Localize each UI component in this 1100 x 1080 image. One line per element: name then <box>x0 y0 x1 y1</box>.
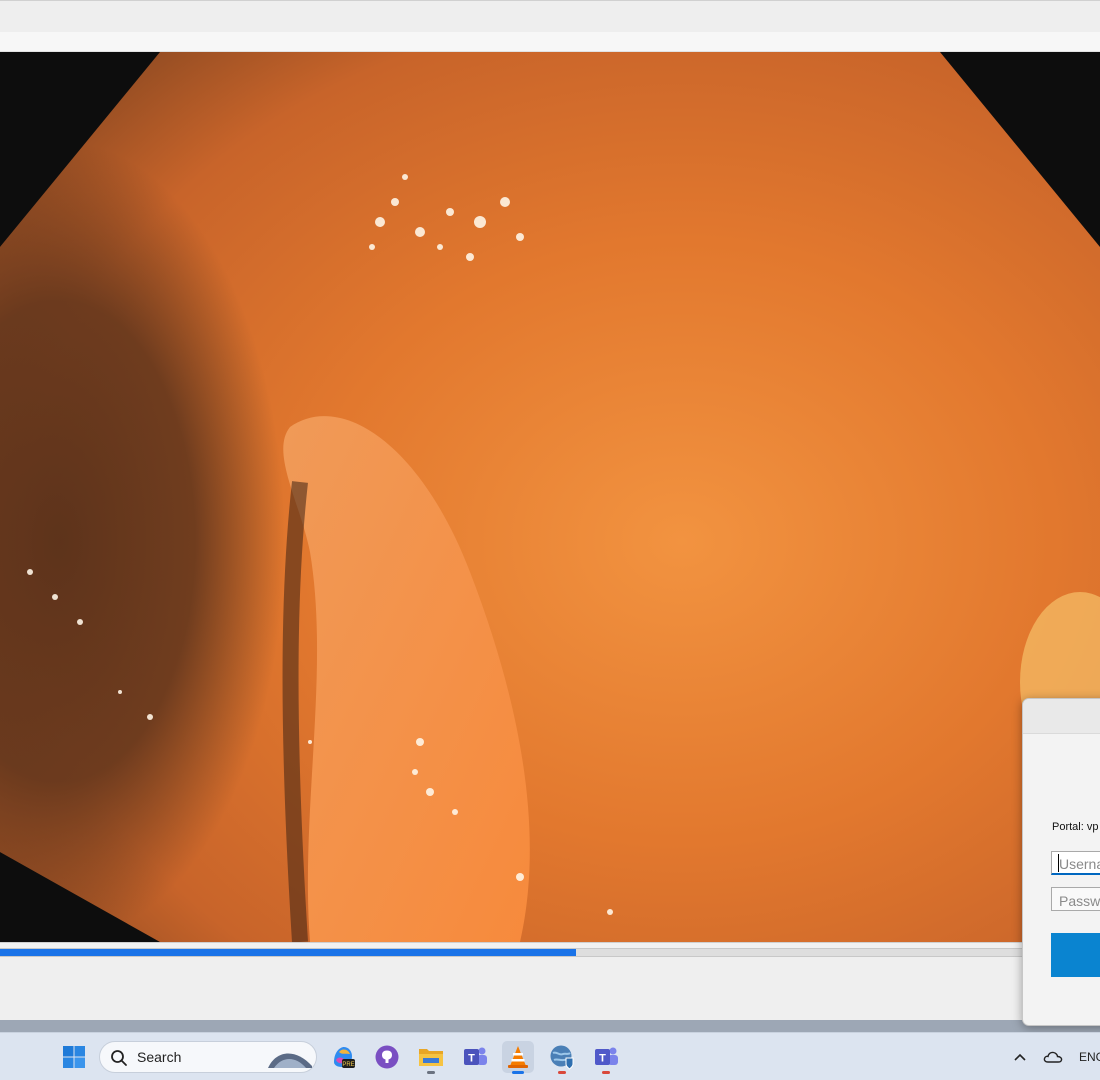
dialog-titlebar[interactable] <box>1023 699 1100 734</box>
teams-classic-icon[interactable]: T <box>459 1041 491 1073</box>
window-toolbar-strip <box>0 32 1100 52</box>
vlc-icon[interactable] <box>502 1041 534 1074</box>
teams-icon[interactable]: T <box>590 1041 622 1074</box>
taskbar: Search PRE T T EN <box>0 1032 1100 1080</box>
running-indicator <box>602 1071 610 1074</box>
windows-start-icon[interactable] <box>58 1041 90 1073</box>
file-explorer-icon[interactable] <box>415 1041 447 1074</box>
search-icon <box>111 1050 127 1066</box>
player-controls-area <box>0 957 1100 1023</box>
search-label: Search <box>137 1049 182 1065</box>
svg-text:PRE: PRE <box>342 1062 354 1068</box>
seek-bar[interactable] <box>0 948 1100 957</box>
search-highlight-icon <box>268 1053 312 1068</box>
connect-button[interactable] <box>1051 933 1100 977</box>
text-caret <box>1058 854 1059 872</box>
window-titlebar <box>0 0 1100 32</box>
onedrive-cloud-icon[interactable] <box>1038 1041 1068 1073</box>
running-indicator <box>427 1071 435 1074</box>
portal-label: Portal: vp <box>1052 821 1099 833</box>
svg-text:T: T <box>468 1053 475 1065</box>
input-language-indicator[interactable]: ENG <box>1079 1050 1100 1064</box>
copilot-icon[interactable]: PRE <box>327 1041 359 1073</box>
running-indicator <box>558 1071 566 1074</box>
running-indicator <box>512 1071 524 1074</box>
svg-text:T: T <box>599 1053 606 1065</box>
seek-progress <box>0 949 577 956</box>
globalprotect-vpn-icon[interactable] <box>546 1041 578 1074</box>
window-bottom-edge <box>0 1020 1100 1032</box>
video-frame[interactable] <box>0 52 1100 942</box>
taskbar-search-box[interactable]: Search <box>99 1041 317 1073</box>
vpn-login-dialog: I Portal: vp <box>1022 698 1100 1026</box>
player-control-bar <box>0 942 1100 1023</box>
github-desktop-icon[interactable] <box>371 1041 403 1073</box>
endoscopy-video-image <box>0 52 1100 942</box>
show-hidden-icons-chevron-up-icon[interactable] <box>1005 1041 1035 1073</box>
password-input[interactable] <box>1051 887 1100 911</box>
